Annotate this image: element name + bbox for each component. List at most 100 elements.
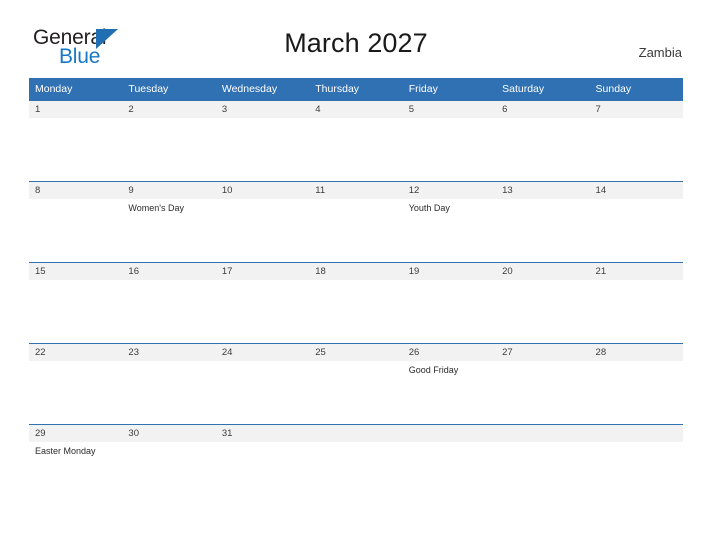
day-number: 28 — [589, 344, 683, 361]
calendar-day-cell[interactable]: 1 — [29, 100, 123, 182]
day-event — [309, 361, 402, 365]
calendar-day-cell[interactable]: 30 — [122, 424, 216, 506]
day-number: 20 — [496, 263, 590, 280]
calendar-day-cell[interactable]: 6 — [496, 100, 590, 182]
calendar-day-cell[interactable] — [309, 424, 403, 506]
day-event — [496, 442, 589, 446]
day-number: 31 — [215, 425, 310, 442]
calendar-day-cell[interactable]: 3 — [215, 100, 310, 182]
calendar-day-cell[interactable] — [589, 424, 683, 506]
day-number: 4 — [309, 101, 403, 118]
day-number: 1 — [29, 101, 123, 118]
weekday-header-tuesday: Tuesday — [122, 78, 216, 101]
day-number: 29 — [29, 425, 123, 442]
calendar-day-cell[interactable]: 12 Youth Day — [402, 181, 497, 263]
day-event — [309, 118, 402, 122]
day-number: 21 — [589, 263, 683, 280]
calendar-day-cell[interactable]: 8 — [29, 181, 123, 263]
day-number: 19 — [402, 263, 497, 280]
day-event — [29, 199, 122, 203]
calendar-day-cell[interactable]: 9 Women's Day — [122, 181, 216, 263]
calendar-day-cell[interactable]: 21 — [589, 262, 683, 344]
calendar-day-cell[interactable]: 4 — [309, 100, 403, 182]
calendar-day-cell[interactable]: 22 — [29, 343, 123, 425]
weekday-header-saturday: Saturday — [496, 78, 590, 101]
page-header: General Blue March 2027 Zambia — [0, 0, 712, 67]
day-number: 6 — [496, 101, 590, 118]
calendar-day-cell[interactable]: 25 — [309, 343, 403, 425]
day-number: 8 — [29, 182, 123, 199]
day-number: 17 — [215, 263, 310, 280]
day-event — [216, 280, 309, 284]
calendar-day-cell[interactable]: 26 Good Friday — [402, 343, 497, 425]
day-number: 9 — [122, 182, 216, 199]
weekday-header-thursday: Thursday — [309, 78, 403, 101]
day-event — [590, 118, 683, 122]
calendar-day-cell[interactable]: 13 — [496, 181, 590, 263]
calendar-day-cell[interactable]: 7 — [589, 100, 683, 182]
calendar-day-cell[interactable]: 24 — [215, 343, 310, 425]
calendar-day-cell[interactable] — [496, 424, 590, 506]
calendar-week-row: 15 16 17 18 19 20 21 — [29, 262, 683, 344]
day-event — [216, 361, 309, 365]
day-event — [122, 442, 215, 446]
day-number — [309, 425, 403, 442]
day-event — [29, 280, 122, 284]
day-event — [496, 361, 589, 365]
calendar-day-cell[interactable] — [402, 424, 497, 506]
day-event — [122, 361, 215, 365]
day-event — [122, 118, 215, 122]
calendar-day-cell[interactable]: 20 — [496, 262, 590, 344]
day-event — [496, 118, 589, 122]
calendar-day-cell[interactable]: 28 — [589, 343, 683, 425]
day-event — [309, 199, 402, 203]
calendar-day-cell[interactable]: 23 — [122, 343, 216, 425]
calendar-day-cell[interactable]: 17 — [215, 262, 310, 344]
calendar-week-row: 22 23 24 25 26 Good Friday 27 28 — [29, 343, 683, 425]
day-number — [589, 425, 683, 442]
calendar-day-cell[interactable]: 29 Easter Monday — [29, 424, 123, 506]
day-event — [122, 280, 215, 284]
calendar-day-cell[interactable]: 19 — [402, 262, 497, 344]
month-calendar-table: Monday Tuesday Wednesday Thursday Friday… — [29, 78, 683, 506]
day-number: 12 — [402, 182, 497, 199]
day-number: 5 — [402, 101, 497, 118]
day-number: 2 — [122, 101, 216, 118]
day-number — [402, 425, 497, 442]
calendar-day-cell[interactable]: 2 — [122, 100, 216, 182]
day-number: 27 — [496, 344, 590, 361]
day-event — [403, 280, 496, 284]
day-event — [403, 442, 496, 446]
day-event — [590, 199, 683, 203]
day-number: 22 — [29, 344, 123, 361]
weekday-header-friday: Friday — [402, 78, 497, 101]
day-event — [590, 361, 683, 365]
day-number: 10 — [215, 182, 310, 199]
day-number: 24 — [215, 344, 310, 361]
day-event — [590, 442, 683, 446]
day-number: 18 — [309, 263, 403, 280]
calendar-day-cell[interactable]: 18 — [309, 262, 403, 344]
calendar-day-cell[interactable]: 16 — [122, 262, 216, 344]
calendar-day-cell[interactable]: 11 — [309, 181, 403, 263]
day-event — [29, 118, 122, 122]
calendar-page: General Blue March 2027 Zambia Monday Tu… — [0, 0, 712, 550]
calendar-header-row: Monday Tuesday Wednesday Thursday Friday… — [29, 78, 683, 101]
day-number: 3 — [215, 101, 310, 118]
day-event — [309, 442, 402, 446]
day-number: 23 — [122, 344, 216, 361]
calendar-week-row: 8 9 Women's Day 10 11 12 Youth Day 13 14 — [29, 181, 683, 263]
day-event — [29, 361, 122, 365]
day-event — [590, 280, 683, 284]
calendar-day-cell[interactable]: 31 — [215, 424, 310, 506]
calendar-day-cell[interactable]: 10 — [215, 181, 310, 263]
day-number: 30 — [122, 425, 216, 442]
calendar-day-cell[interactable]: 27 — [496, 343, 590, 425]
day-event: Youth Day — [408, 203, 450, 213]
day-number: 16 — [122, 263, 216, 280]
calendar-day-cell[interactable]: 15 — [29, 262, 123, 344]
day-event — [309, 280, 402, 284]
calendar-day-cell[interactable]: 14 — [589, 181, 683, 263]
calendar-day-cell[interactable]: 5 — [402, 100, 497, 182]
calendar-body: 1 2 3 4 5 6 7 8 9 Women's Day 10 11 12 Y… — [29, 100, 683, 506]
